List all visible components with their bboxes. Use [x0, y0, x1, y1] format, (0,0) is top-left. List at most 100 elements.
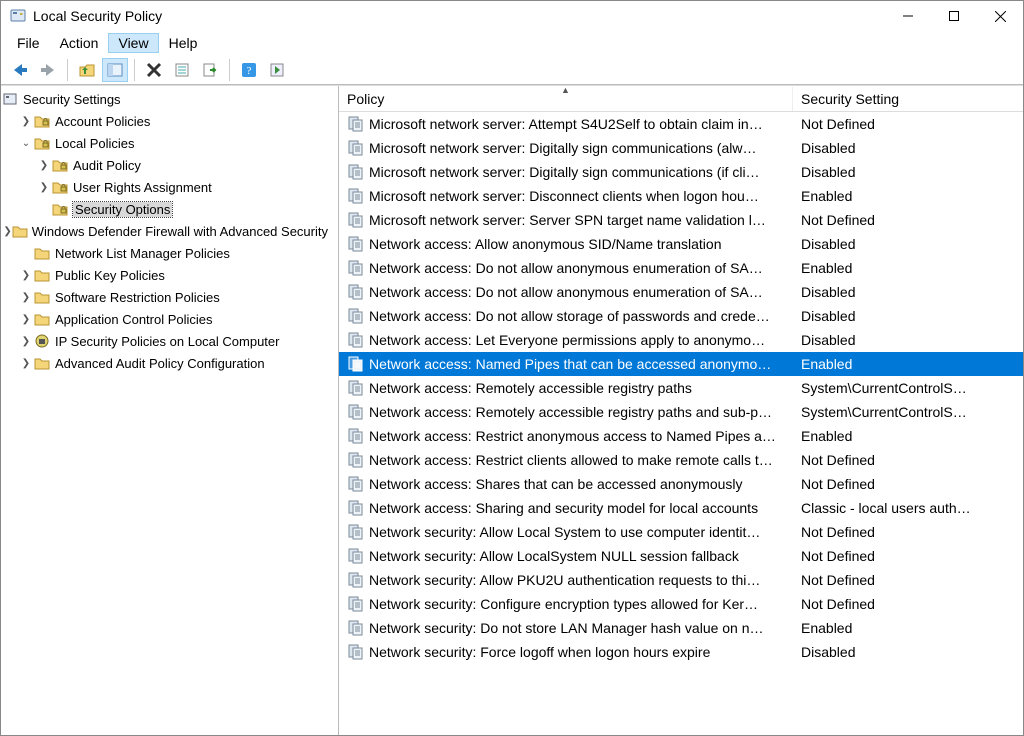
list-row[interactable]: Network access: Sharing and security mod… — [339, 496, 1023, 520]
list-row[interactable]: Network security: Force logoff when logo… — [339, 640, 1023, 664]
expander-icon[interactable]: ❯ — [37, 182, 51, 193]
list-row[interactable]: Network security: Allow Local System to … — [339, 520, 1023, 544]
list-row[interactable]: Network access: Shares that can be acces… — [339, 472, 1023, 496]
tree-pane[interactable]: Security Settings ❯Account Policies⌄Loca… — [1, 86, 339, 735]
folder-icon — [51, 156, 69, 174]
policy-icon — [347, 475, 365, 493]
properties-button[interactable] — [169, 58, 195, 82]
list-row[interactable]: Network access: Remotely accessible regi… — [339, 400, 1023, 424]
menu-action[interactable]: Action — [50, 33, 109, 53]
svg-text:?: ? — [247, 65, 252, 77]
tree-item[interactable]: ❯Audit Policy — [1, 154, 338, 176]
delete-button[interactable] — [141, 58, 167, 82]
folder-icon — [51, 200, 69, 218]
cell-policy: Network security: Force logoff when logo… — [339, 639, 793, 665]
tree-item[interactable]: ❯Account Policies — [1, 110, 338, 132]
list-row[interactable]: Microsoft network server: Server SPN tar… — [339, 208, 1023, 232]
expander-icon[interactable]: ⌄ — [19, 138, 33, 149]
tree-item[interactable]: ❯ Software Restriction Policies — [1, 286, 338, 308]
cell-policy: Network access: Let Everyone permissions… — [339, 327, 793, 353]
tree-item-label: Software Restriction Policies — [55, 290, 220, 305]
cell-policy: Network security: Do not store LAN Manag… — [339, 615, 793, 641]
minimize-button[interactable] — [885, 1, 931, 31]
tree-item[interactable]: ❯Windows Defender Firewall with Advanced… — [1, 220, 338, 242]
cell-setting: Enabled — [793, 352, 1023, 376]
list-row[interactable]: Microsoft network server: Digitally sign… — [339, 160, 1023, 184]
up-button[interactable] — [74, 58, 100, 82]
policy-label: Network access: Named Pipes that can be … — [369, 356, 771, 372]
expander-icon[interactable]: ❯ — [19, 292, 33, 303]
menu-view[interactable]: View — [108, 33, 158, 53]
tree-item[interactable]: Network List Manager Policies — [1, 242, 338, 264]
list-row[interactable]: Network security: Do not store LAN Manag… — [339, 616, 1023, 640]
list-row[interactable]: Network access: Do not allow anonymous e… — [339, 256, 1023, 280]
tree-item[interactable]: ⌄Local Policies — [1, 132, 338, 154]
tree-item[interactable]: ❯IP Security Policies on Local Computer — [1, 330, 338, 352]
list-row[interactable]: Network access: Named Pipes that can be … — [339, 352, 1023, 376]
expander-icon[interactable]: ❯ — [19, 358, 33, 369]
expander-icon[interactable]: ❯ — [19, 314, 33, 325]
list-row[interactable]: Network security: Allow LocalSystem NULL… — [339, 544, 1023, 568]
expander-icon[interactable]: ❯ — [3, 226, 11, 237]
menu-file[interactable]: File — [7, 33, 50, 53]
policy-label: Microsoft network server: Attempt S4U2Se… — [369, 116, 763, 132]
list-row[interactable]: Network security: Configure encryption t… — [339, 592, 1023, 616]
expander-icon[interactable]: ❯ — [37, 160, 51, 171]
policy-icon — [347, 331, 365, 349]
list-row[interactable]: Network access: Do not allow storage of … — [339, 304, 1023, 328]
folder-icon — [33, 310, 51, 328]
forward-button[interactable] — [35, 58, 61, 82]
menu-help[interactable]: Help — [159, 33, 208, 53]
list-row[interactable]: Network access: Allow anonymous SID/Name… — [339, 232, 1023, 256]
column-header-policy[interactable]: Policy ▲ — [339, 87, 793, 111]
tree-item[interactable]: Security Options — [1, 198, 338, 220]
list-row[interactable]: Network access: Restrict anonymous acces… — [339, 424, 1023, 448]
cell-setting: Not Defined — [793, 112, 1023, 136]
action-pane-button[interactable] — [264, 58, 290, 82]
list-row[interactable]: Network access: Let Everyone permissions… — [339, 328, 1023, 352]
list-row[interactable]: Microsoft network server: Disconnect cli… — [339, 184, 1023, 208]
folder-icon — [33, 332, 51, 350]
policy-icon — [347, 115, 365, 133]
tree-item[interactable]: ❯Advanced Audit Policy Configuration — [1, 352, 338, 374]
cell-setting: Not Defined — [793, 544, 1023, 568]
list-row[interactable]: Network access: Restrict clients allowed… — [339, 448, 1023, 472]
list-body[interactable]: Microsoft network server: Attempt S4U2Se… — [339, 112, 1023, 735]
policy-label: Network access: Remotely accessible regi… — [369, 380, 692, 396]
app-icon — [9, 7, 27, 25]
list-pane: Policy ▲ Security Setting Microsoft netw… — [339, 86, 1023, 735]
expander-icon[interactable]: ❯ — [19, 270, 33, 281]
tree-item[interactable]: ❯Public Key Policies — [1, 264, 338, 286]
folder-icon — [33, 134, 51, 152]
list-row[interactable]: Network access: Remotely accessible regi… — [339, 376, 1023, 400]
cell-policy: Network access: Do not allow storage of … — [339, 303, 793, 329]
column-header-setting[interactable]: Security Setting — [793, 87, 1023, 111]
policy-icon — [347, 307, 365, 325]
close-button[interactable] — [977, 1, 1023, 31]
folder-icon — [33, 244, 51, 262]
cell-setting: System\CurrentControlS… — [793, 400, 1023, 424]
cell-setting: Not Defined — [793, 520, 1023, 544]
export-button[interactable] — [197, 58, 223, 82]
cell-setting: Not Defined — [793, 472, 1023, 496]
back-button[interactable] — [7, 58, 33, 82]
policy-icon — [347, 571, 365, 589]
cell-setting: Not Defined — [793, 592, 1023, 616]
help-button[interactable]: ? — [236, 58, 262, 82]
maximize-button[interactable] — [931, 1, 977, 31]
titlebar: Local Security Policy — [1, 1, 1023, 31]
list-row[interactable]: Network security: Allow PKU2U authentica… — [339, 568, 1023, 592]
list-row[interactable]: Microsoft network server: Attempt S4U2Se… — [339, 112, 1023, 136]
cell-setting: Not Defined — [793, 448, 1023, 472]
list-row[interactable]: Network access: Do not allow anonymous e… — [339, 280, 1023, 304]
cell-setting: Enabled — [793, 424, 1023, 448]
expander-icon[interactable]: ❯ — [19, 336, 33, 347]
expander-icon[interactable]: ❯ — [19, 116, 33, 127]
tree-item-label: Network List Manager Policies — [55, 246, 230, 261]
cell-setting: Enabled — [793, 184, 1023, 208]
tree-root[interactable]: Security Settings — [1, 88, 338, 110]
tree-item[interactable]: ❯Application Control Policies — [1, 308, 338, 330]
show-tree-button[interactable] — [102, 58, 128, 82]
list-row[interactable]: Microsoft network server: Digitally sign… — [339, 136, 1023, 160]
tree-item[interactable]: ❯User Rights Assignment — [1, 176, 338, 198]
